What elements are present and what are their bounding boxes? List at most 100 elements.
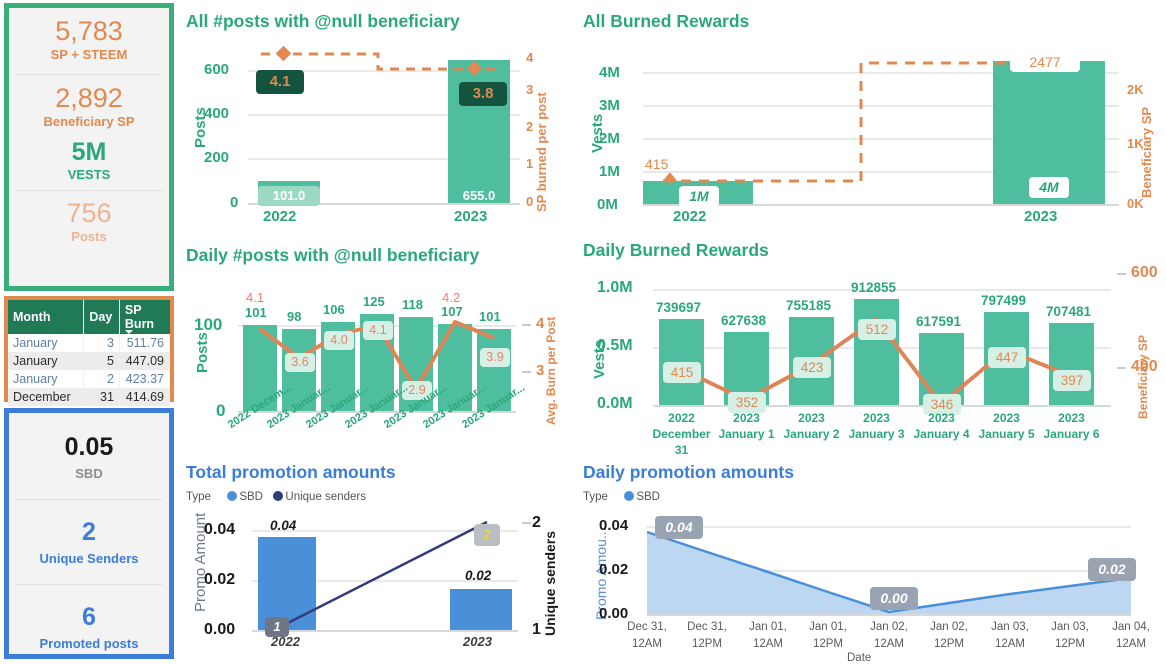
cell-day: 31 <box>83 388 120 406</box>
table-header-row: Month Day SP Burn <box>8 300 170 334</box>
label-vests-7: 707481 <box>1046 304 1092 319</box>
x-tick-3[interactable]: Jan 01, 12AM <box>740 619 796 652</box>
label-posts-1: 101 <box>245 305 267 320</box>
kpi-vests-value: 5M <box>71 138 107 167</box>
label-burn-7: 3.9 <box>480 348 510 367</box>
cell-sp-burn: 423.37 <box>119 370 171 388</box>
table-row[interactable]: January 5 447.09 <box>8 352 171 370</box>
cell-month: December <box>8 388 85 406</box>
x-tick-2023[interactable]: 2023 <box>1024 208 1057 225</box>
label-sbd-2022: 0.04 <box>270 518 297 533</box>
label-posts-7: 101 <box>479 309 501 324</box>
label-posts-6: 107 <box>441 304 463 319</box>
kpi-card-group-blue: 0.05 SBD 2 Unique Senders 6 Promoted pos… <box>4 408 174 659</box>
label-burn-2023: 3.8 <box>459 82 507 106</box>
column-header-day[interactable]: Day <box>83 300 120 334</box>
x-tick-4[interactable]: 2023 January 3 <box>847 410 906 442</box>
dashboard-page: 5,783 SP + STEEM 2,892 Beneficiary SP 5M… <box>0 0 1166 664</box>
x-tick-2[interactable]: 2023 January 1 <box>717 410 776 442</box>
x-tick-7[interactable]: Jan 03, 12AM <box>982 619 1038 652</box>
label-bsp-6: 447 <box>988 347 1026 368</box>
x-tick-6[interactable]: Jan 02, 12PM <box>921 619 977 652</box>
label-beneficiary-2023: 2477 <box>1010 52 1080 72</box>
kpi-posts[interactable]: 756 Posts <box>9 191 169 251</box>
kpi-beneficiary-sp-value: 2,892 <box>55 82 123 113</box>
x-tick-9[interactable]: Jan 04, 12AM <box>1103 619 1159 652</box>
cell-sp-burn: 447.09 <box>119 352 171 370</box>
x-tick-8[interactable]: Jan 03, 12PM <box>1042 619 1098 652</box>
kpi-promoted-posts-value: 6 <box>82 603 96 631</box>
sp-burn-table-card: Month Day SP Burn January 3 511.76 Janua… <box>4 296 174 406</box>
column-header-month[interactable]: Month <box>8 300 85 334</box>
x-tick-2023[interactable]: 2023 <box>454 208 487 225</box>
label-vests-2: 627638 <box>721 313 767 328</box>
label-vests-4: 912855 <box>851 280 897 295</box>
x-tick-5[interactable]: Jan 02, 12AM <box>861 619 917 652</box>
cell-day: 3 <box>83 334 120 352</box>
kpi-sp-steem-value: 5,783 <box>55 16 123 46</box>
kpi-posts-value: 756 <box>66 197 112 228</box>
chart-total-promotion-amounts: Total promotion amounts Type SBD Unique … <box>186 460 566 664</box>
chart-all-posts-null-beneficiary: All #posts with @null beneficiary Posts … <box>186 8 566 230</box>
x-tick-7[interactable]: 2023 January 6 <box>1042 410 1101 442</box>
x-tick-2023[interactable]: 2023 <box>463 634 492 649</box>
kpi-unique-senders-value: 2 <box>82 518 96 546</box>
x-tick-3[interactable]: 2023 January 2 <box>782 410 841 442</box>
cell-sp-burn: 511.76 <box>119 334 171 352</box>
kpi-sp-steem[interactable]: 5,783 SP + STEEM <box>9 8 169 74</box>
label-posts-4: 125 <box>363 294 385 309</box>
kpi-beneficiary-sp[interactable]: 2,892 Beneficiary SP <box>9 75 169 136</box>
x-tick-2[interactable]: Dec 31, 12PM <box>679 619 735 652</box>
label-vests-6: 797499 <box>981 293 1027 308</box>
cell-day: 2 <box>83 370 120 388</box>
label-posts-3: 106 <box>323 302 345 317</box>
x-tick-6[interactable]: 2023 January 5 <box>977 410 1036 442</box>
label-vests-1: 739697 <box>656 300 702 315</box>
label-burn-2022: 4.1 <box>256 70 304 94</box>
x-tick-1[interactable]: 2022 December 31 <box>652 410 711 459</box>
unique-senders-series <box>273 520 488 632</box>
kpi-sbd[interactable]: 0.05 SBD <box>9 413 169 499</box>
cell-sp-burn: 414.69 <box>119 388 171 406</box>
kpi-vests-label: VESTS <box>67 166 111 182</box>
kpi-unique-senders-label: Unique Senders <box>39 551 139 566</box>
marker-2022[interactable] <box>663 172 677 181</box>
kpi-vests[interactable]: 5M VESTS <box>9 135 169 190</box>
kpi-sbd-label: SBD <box>75 466 103 481</box>
x-tick-5[interactable]: 2023 January 4 <box>912 410 971 442</box>
table-row[interactable]: December 31 414.69 <box>8 388 171 406</box>
kpi-promoted-posts-label: Promoted posts <box>39 636 139 651</box>
x-tick-2022[interactable]: 2022 <box>271 634 300 649</box>
label-bsp-3: 423 <box>793 357 831 378</box>
x-tick-1[interactable]: Dec 31, 12AM <box>619 619 675 652</box>
label-beneficiary-2022: 415 <box>645 156 669 172</box>
kpi-unique-senders[interactable]: 2 Unique Senders <box>9 500 169 584</box>
kpi-sbd-value: 0.05 <box>64 433 114 461</box>
point-label-jan02: 0.00 <box>870 587 918 610</box>
kpi-promoted-posts[interactable]: 6 Promoted posts <box>9 585 169 657</box>
label-vests-2023: 4M <box>1029 177 1069 198</box>
sort-descending-icon <box>124 330 133 334</box>
label-burn-3: 4.0 <box>324 331 354 350</box>
label-burn-2: 3.6 <box>285 353 315 372</box>
label-vests-5: 617591 <box>916 314 962 329</box>
label-burn-6: 4.2 <box>442 290 461 305</box>
chart-all-burned-rewards: All Burned Rewards Vests Beneficiary SP … <box>583 8 1163 230</box>
chart-daily-posts-null-beneficiary: Daily #posts with @null beneficiary Post… <box>186 243 566 455</box>
table-row[interactable]: January 3 511.76 <box>8 334 171 352</box>
x-tick-4[interactable]: Jan 01, 12PM <box>800 619 856 652</box>
label-posts-2: 98 <box>287 309 302 324</box>
x-tick-2022[interactable]: 2022 <box>673 208 706 225</box>
sp-burn-table[interactable]: Month Day SP Burn January 3 511.76 Janua… <box>8 300 171 406</box>
kpi-posts-label: Posts <box>71 229 107 245</box>
label-sbd-2023: 0.02 <box>465 568 492 583</box>
column-header-sp-burn[interactable]: SP Burn <box>119 300 170 334</box>
x-tick-2022[interactable]: 2022 <box>263 208 296 225</box>
cell-month: January <box>8 370 85 388</box>
label-bsp-7: 397 <box>1053 370 1091 391</box>
x-axis-title: Date <box>847 652 872 664</box>
table-row[interactable]: January 2 423.37 <box>8 370 171 388</box>
cell-day: 5 <box>83 352 120 370</box>
label-vests-3: 755185 <box>786 298 832 313</box>
label-bsp-1: 415 <box>663 362 701 383</box>
